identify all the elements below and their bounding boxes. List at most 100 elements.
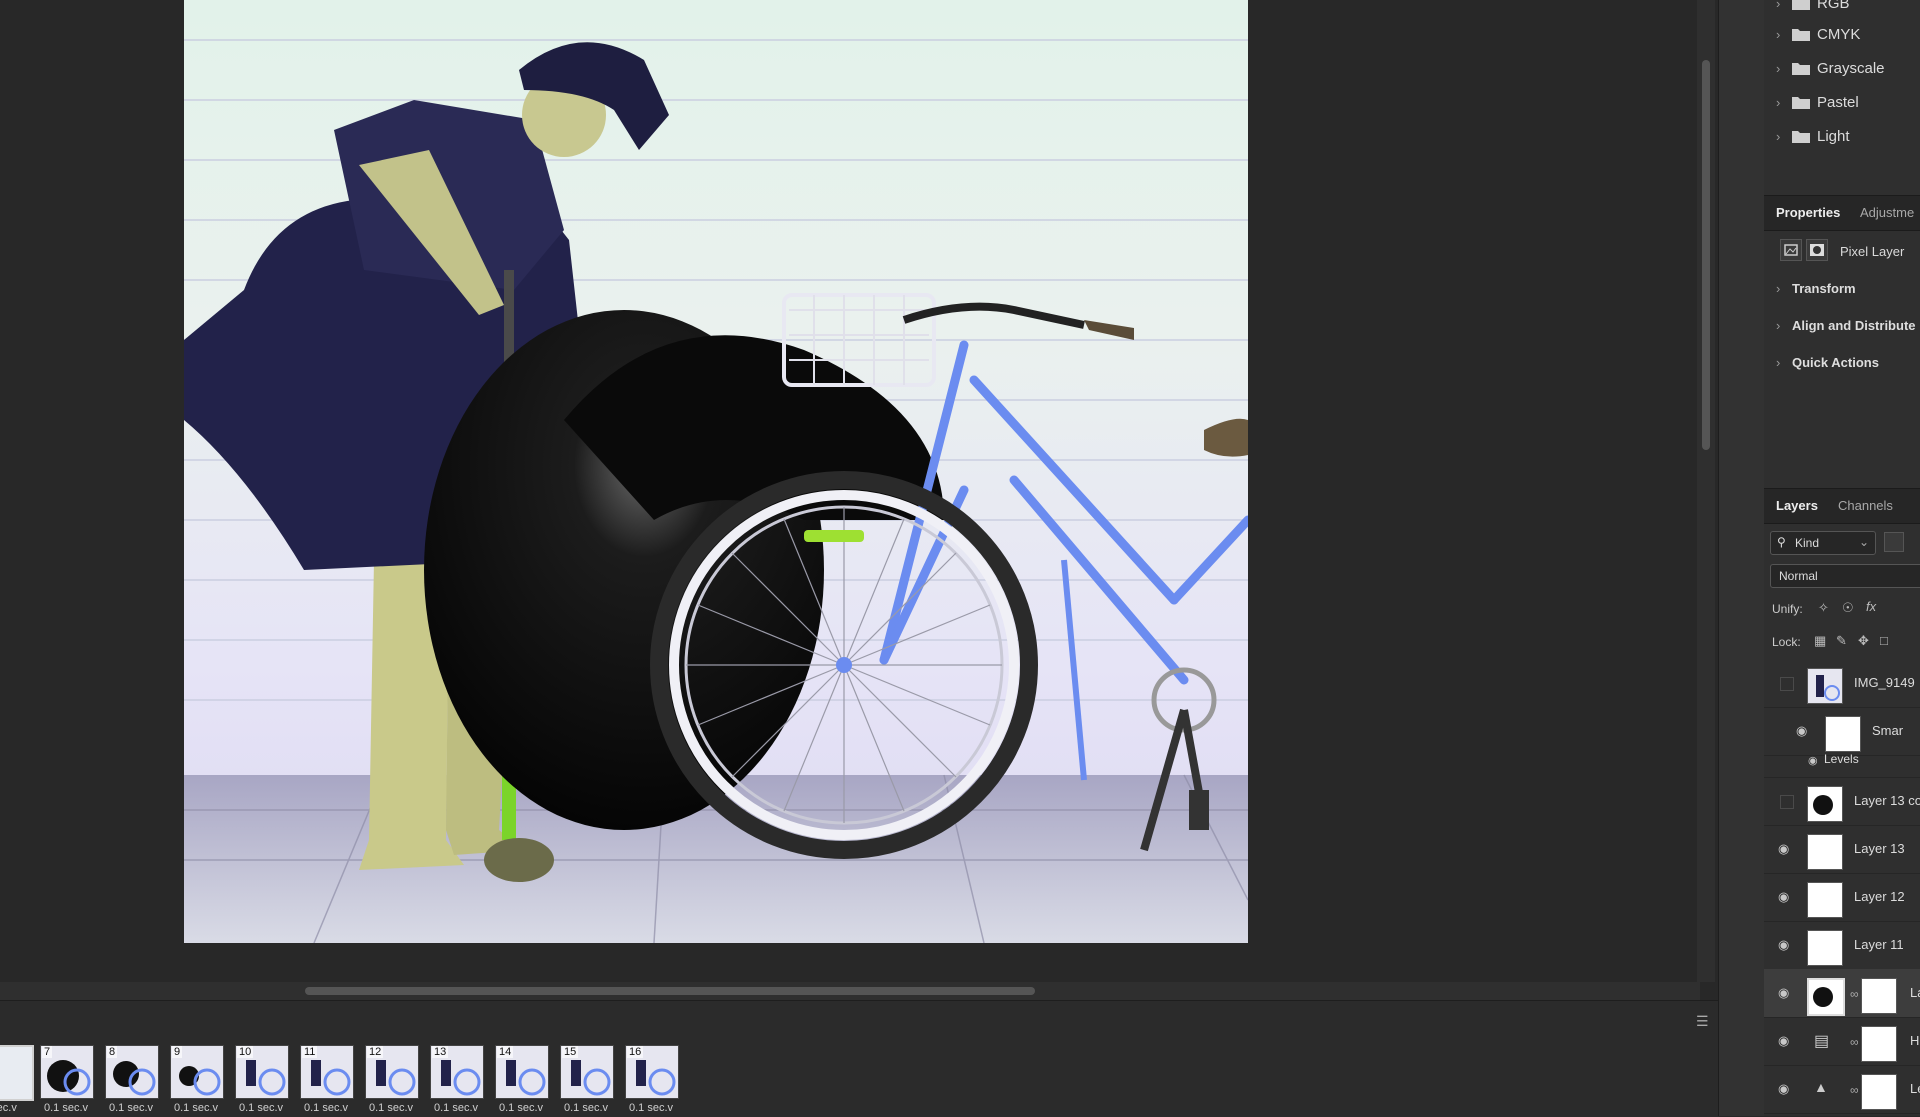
chevron-right-icon[interactable]: ›	[1776, 27, 1780, 42]
layer-row[interactable]: ◉ Layer 11	[1764, 921, 1920, 970]
layer-mask-thumbnail	[1861, 1026, 1897, 1062]
eye-icon[interactable]: ◉	[1778, 986, 1792, 1000]
frame-delay-dropdown[interactable]: 0.1 sec.v	[103, 1102, 159, 1114]
tab-properties[interactable]: Properties	[1776, 205, 1840, 220]
filter-pixel-layers-icon[interactable]	[1884, 532, 1904, 552]
panel-dock-gutter	[1718, 0, 1766, 1116]
eye-icon[interactable]: ◉	[1778, 890, 1792, 904]
layer-row[interactable]: ◉ Levels	[1764, 745, 1920, 778]
tab-channels[interactable]: Channels	[1838, 498, 1893, 513]
layer-name: Layer 12	[1854, 889, 1905, 904]
eye-icon[interactable]: ◉	[1778, 938, 1792, 952]
timeline-frame[interactable]: 13 0.1 sec.v	[428, 1045, 484, 1117]
chevron-right-icon[interactable]: ›	[1776, 318, 1780, 333]
folder-icon	[1792, 97, 1810, 109]
frame-delay-dropdown[interactable]: 0.1 sec.v	[38, 1102, 94, 1114]
lock-artboard-icon[interactable]: □	[1880, 633, 1888, 648]
vertical-scrollbar-thumb[interactable]	[1702, 60, 1710, 450]
layer-name: Le	[1910, 1081, 1920, 1096]
eye-icon[interactable]: ◉	[1778, 1082, 1792, 1096]
frame-delay-dropdown[interactable]: sec.v	[0, 1102, 32, 1114]
swatch-group-light[interactable]: › Light	[1764, 121, 1920, 151]
unify-style-icon[interactable]: fx	[1866, 599, 1876, 614]
layer-row[interactable]: ◉ ▲ ∞ Le	[1764, 1065, 1920, 1114]
layer-row[interactable]: ◉ Layer 13	[1764, 825, 1920, 874]
frame-delay-dropdown[interactable]: 0.1 sec.v	[558, 1102, 614, 1114]
panel-menu-icon[interactable]: ☰	[1696, 1013, 1709, 1030]
frame-number: 11	[302, 1046, 318, 1058]
frame-number: 15	[562, 1046, 579, 1058]
layer-name: Levels	[1824, 752, 1859, 766]
blend-mode-dropdown[interactable]: Normal	[1770, 564, 1920, 588]
eye-icon[interactable]: ◉	[1778, 842, 1792, 856]
timeline-frame[interactable]: 16 0.1 sec.v	[623, 1045, 679, 1117]
eye-icon[interactable]: ◉	[1796, 724, 1810, 738]
link-icon[interactable]: ∞	[1850, 1035, 1859, 1049]
swatch-group-cmyk[interactable]: › CMYK	[1764, 19, 1920, 49]
frame-delay-dropdown[interactable]: 0.1 sec.v	[428, 1102, 484, 1114]
timeline-frame[interactable]: sec.v	[0, 1045, 34, 1117]
lock-transparent-icon[interactable]: ▦	[1814, 633, 1826, 649]
layer-name: IMG_9149	[1854, 675, 1915, 690]
canvas-image	[184, 39, 1248, 943]
layer-row[interactable]: ◉ ▤ ∞ H	[1764, 1017, 1920, 1066]
swatch-group-label: RGB	[1817, 0, 1850, 12]
layer-filter-kind-dropdown[interactable]: ⚲ Kind ⌄	[1770, 531, 1876, 555]
layer-row[interactable]: ◉ Layer 12	[1764, 873, 1920, 922]
timeline-frame[interactable]: 8 0.1 sec.v	[103, 1045, 159, 1117]
layer-name: Layer 13 co	[1854, 793, 1920, 808]
frame-delay-dropdown[interactable]: 0.1 sec.v	[298, 1102, 354, 1114]
swatch-group-pastel[interactable]: › Pastel	[1764, 87, 1920, 117]
frame-delay-dropdown[interactable]: 0.1 sec.v	[493, 1102, 549, 1114]
document-workspace[interactable]	[0, 0, 1715, 1000]
frame-number: 8	[107, 1046, 118, 1058]
eye-icon[interactable]: ◉	[1778, 1034, 1792, 1048]
timeline-frame[interactable]: 7 0.1 sec.v	[38, 1045, 94, 1117]
document-canvas[interactable]	[184, 0, 1248, 943]
blend-mode-label: Normal	[1779, 569, 1818, 583]
layer-name: Layer 13	[1854, 841, 1905, 856]
frame-delay-dropdown[interactable]: 0.1 sec.v	[168, 1102, 224, 1114]
frame-delay-dropdown[interactable]: 0.1 sec.v	[233, 1102, 289, 1114]
frame-delay-dropdown[interactable]: 0.1 sec.v	[363, 1102, 419, 1114]
eye-icon[interactable]: ◉	[1808, 754, 1822, 768]
layer-type-label: Pixel Layer	[1840, 244, 1905, 259]
lock-position-icon[interactable]: ✥	[1858, 633, 1869, 649]
unify-position-icon[interactable]: ✧	[1818, 600, 1829, 616]
folder-icon	[1792, 131, 1810, 143]
timeline-frame[interactable]: 15 0.1 sec.v	[558, 1045, 614, 1117]
layer-mask-thumbnail	[1861, 1074, 1897, 1110]
layer-row[interactable]: Layer 13 co	[1764, 777, 1920, 826]
frame-delay-dropdown[interactable]: 0.1 sec.v	[623, 1102, 679, 1114]
unify-visibility-icon[interactable]: ☉	[1842, 600, 1854, 616]
link-icon[interactable]: ∞	[1850, 987, 1859, 1001]
horizontal-scrollbar-thumb[interactable]	[305, 987, 1035, 995]
lock-image-brush-icon[interactable]: ✎	[1836, 633, 1847, 649]
timeline-frame[interactable]: 12 0.1 sec.v	[363, 1045, 419, 1117]
swatch-group-rgb[interactable]: › RGB	[1764, 0, 1920, 18]
swatch-group-grayscale[interactable]: › Grayscale	[1764, 53, 1920, 83]
frame-number: 12	[367, 1046, 384, 1058]
layer-mask-icon	[1806, 239, 1828, 261]
chevron-right-icon[interactable]: ›	[1776, 0, 1780, 11]
timeline-frame[interactable]: 9 0.1 sec.v	[168, 1045, 224, 1117]
timeline-frame[interactable]: 14 0.1 sec.v	[493, 1045, 549, 1117]
visibility-toggle[interactable]	[1780, 795, 1794, 809]
layer-thumbnail	[1807, 834, 1843, 870]
chevron-right-icon[interactable]: ›	[1776, 129, 1780, 144]
link-icon[interactable]: ∞	[1850, 1083, 1859, 1097]
tab-adjustments[interactable]: Adjustme	[1860, 205, 1914, 220]
layer-row[interactable]: IMG_9149	[1764, 659, 1920, 708]
adjustment-icon: ▤	[1814, 1033, 1830, 1050]
folder-icon	[1792, 63, 1810, 75]
layer-row-selected[interactable]: ◉ ∞ La	[1764, 969, 1920, 1018]
timeline-frame[interactable]: 11 0.1 sec.v	[298, 1045, 354, 1117]
timeline-frame[interactable]: 10 0.1 sec.v	[233, 1045, 289, 1117]
chevron-right-icon[interactable]: ›	[1776, 61, 1780, 76]
visibility-toggle[interactable]	[1780, 677, 1794, 691]
chevron-right-icon[interactable]: ›	[1776, 95, 1780, 110]
tab-layers[interactable]: Layers	[1776, 498, 1818, 513]
chevron-right-icon[interactable]: ›	[1776, 281, 1780, 296]
chevron-right-icon[interactable]: ›	[1776, 355, 1780, 370]
levels-icon: ▲	[1814, 1079, 1828, 1095]
